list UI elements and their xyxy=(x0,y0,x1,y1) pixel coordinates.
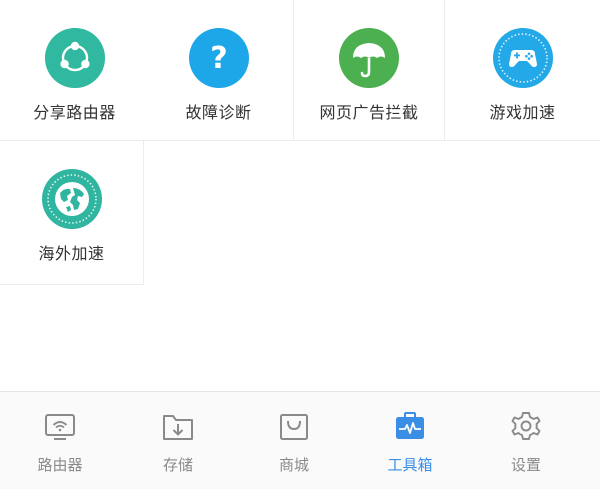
tool-share-router[interactable]: 分享路由器 xyxy=(0,0,150,141)
tab-shop[interactable]: 商城 xyxy=(234,392,354,489)
bottom-tab-bar: 路由器 存储 商城 工具箱 设置 xyxy=(0,391,600,489)
share-icon xyxy=(44,28,105,88)
globe-icon xyxy=(41,169,102,229)
gamepad-icon xyxy=(492,28,553,88)
tab-storage[interactable]: 存储 xyxy=(118,392,238,489)
umbrella-icon xyxy=(339,28,399,88)
tab-label: 商城 xyxy=(278,456,309,474)
tab-label: 工具箱 xyxy=(387,456,433,474)
tab-label: 存储 xyxy=(162,456,193,474)
tab-label: 路由器 xyxy=(37,456,83,474)
tools-grid: 分享路由器 ? 故障诊断 网页广告拦截 游戏加速 海外加速 xyxy=(0,0,600,285)
router-icon xyxy=(43,410,77,444)
tab-router[interactable]: 路由器 xyxy=(0,392,120,489)
tool-label: 故障诊断 xyxy=(185,103,252,122)
storage-icon xyxy=(161,410,195,444)
tab-toolbox[interactable]: 工具箱 xyxy=(350,392,470,489)
tool-label: 分享路由器 xyxy=(33,103,116,122)
tab-settings[interactable]: 设置 xyxy=(466,392,586,489)
tool-label: 游戏加速 xyxy=(489,103,556,122)
tool-diagnose[interactable]: ? 故障诊断 xyxy=(144,0,294,141)
question-icon: ? xyxy=(188,28,249,88)
tool-game-boost[interactable]: 游戏加速 xyxy=(445,0,600,141)
tool-ad-block[interactable]: 网页广告拦截 xyxy=(294,0,445,141)
tool-overseas-boost[interactable]: 海外加速 xyxy=(0,141,144,285)
shop-icon xyxy=(277,410,311,444)
gear-icon xyxy=(509,410,543,444)
svg-text:?: ? xyxy=(210,41,227,76)
tab-label: 设置 xyxy=(510,456,541,474)
toolbox-icon xyxy=(393,410,427,444)
tool-label: 网页广告拦截 xyxy=(319,103,419,122)
tool-label: 海外加速 xyxy=(38,244,105,263)
